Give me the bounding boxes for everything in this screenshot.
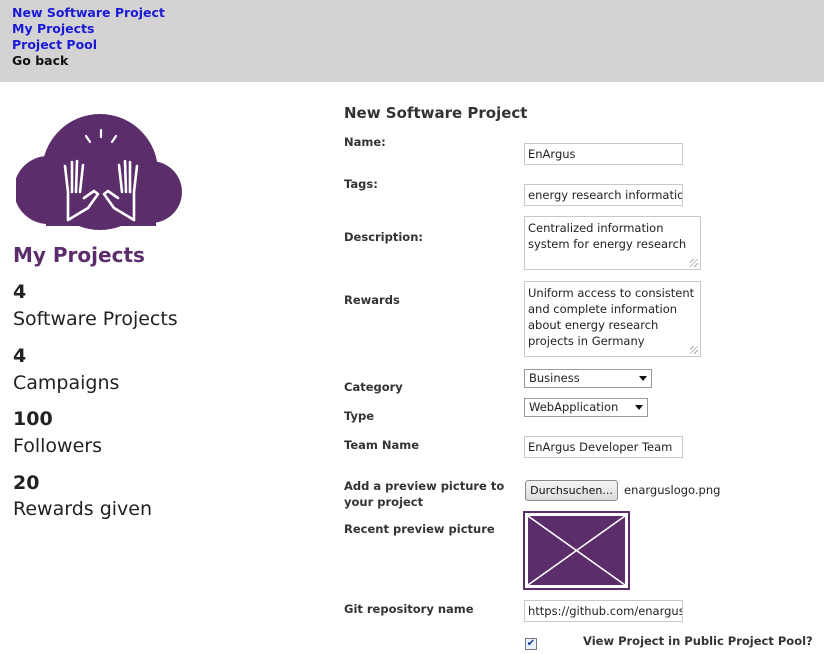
recent-preview-image [523, 511, 630, 590]
description-text: Centralized information system for energ… [528, 221, 687, 251]
recent-preview-label: Recent preview picture [344, 522, 495, 536]
type-label: Type [344, 409, 375, 423]
rewards-label: Rewards [344, 293, 400, 307]
form-title: New Software Project [344, 104, 528, 122]
stat-software-projects-count: 4 [13, 281, 27, 303]
checkmark-icon: ✔ [526, 638, 536, 649]
stat-campaigns-count: 4 [13, 345, 27, 367]
git-repository-input[interactable]: https://github.com/enargus [524, 600, 683, 622]
team-name-label: Team Name [344, 438, 420, 452]
category-select[interactable]: Business [524, 369, 652, 388]
tags-input[interactable]: energy research information [524, 184, 683, 206]
stat-campaigns-label: Campaigns [13, 372, 120, 394]
nav-project-pool-link[interactable]: Project Pool [12, 37, 97, 53]
team-name-input[interactable]: EnArgus Developer Team [524, 436, 683, 458]
type-selected-value: WebApplication [529, 400, 619, 414]
name-label: Name: [344, 135, 386, 149]
rewards-textarea[interactable]: Uniform access to consistent and complet… [524, 281, 701, 357]
nav-my-projects-link[interactable]: My Projects [12, 21, 94, 37]
chevron-down-icon [635, 405, 643, 410]
category-selected-value: Business [529, 371, 580, 385]
category-label: Category [344, 380, 403, 394]
stat-followers-count: 100 [13, 408, 53, 430]
stat-software-projects-label: Software Projects [13, 308, 178, 330]
app-logo [16, 114, 182, 230]
type-select[interactable]: WebApplication [524, 398, 648, 417]
preview-filename: enarguslogo.png [624, 483, 721, 497]
tags-label: Tags: [344, 177, 378, 191]
rewards-text: Uniform access to consistent and complet… [528, 286, 695, 348]
public-pool-label: View Project in Public Project Pool? [583, 634, 813, 648]
name-input[interactable]: EnArgus [524, 143, 683, 165]
stat-followers-label: Followers [13, 435, 102, 457]
resize-grip-icon[interactable] [690, 346, 698, 354]
resize-grip-icon[interactable] [690, 259, 698, 267]
top-nav-bar: New Software Project My Projects Project… [0, 0, 824, 82]
stat-rewards-count: 20 [13, 472, 40, 494]
sidebar-title: My Projects [13, 243, 145, 267]
browse-file-button[interactable]: Durchsuchen... [525, 480, 618, 501]
nav-go-back-link[interactable]: Go back [12, 53, 68, 69]
description-textarea[interactable]: Centralized information system for energ… [524, 216, 701, 270]
preview-upload-label: Add a preview picture to your project [344, 479, 505, 509]
nav-new-software-project-link[interactable]: New Software Project [12, 5, 165, 21]
chevron-down-icon [639, 376, 647, 381]
git-repository-label: Git repository name [344, 602, 474, 616]
stat-rewards-label: Rewards given [13, 498, 153, 520]
public-pool-checkbox[interactable]: ✔ [525, 638, 537, 650]
description-label: Description: [344, 230, 423, 244]
